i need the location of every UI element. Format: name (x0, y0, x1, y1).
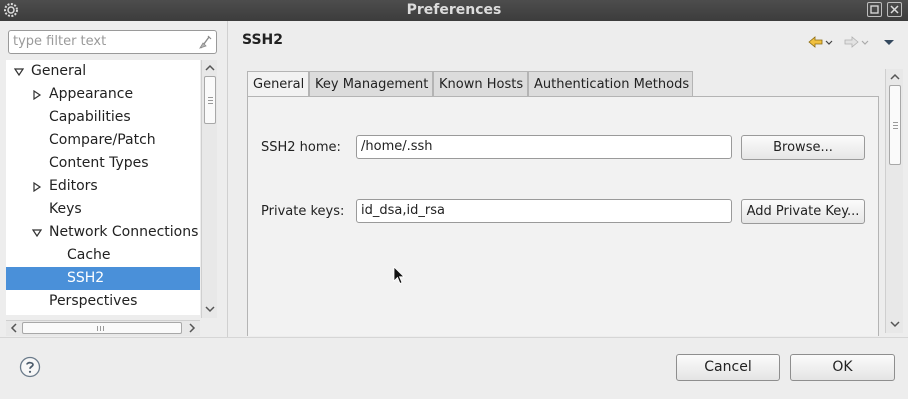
tree-item-label: Keys (49, 201, 82, 217)
ok-button[interactable]: OK (790, 354, 895, 381)
collapsed-triangle-icon[interactable] (32, 182, 42, 192)
preference-page: SSH2 General Key Management Known Hosts … (229, 21, 908, 337)
title-bar: Preferences (0, 0, 908, 21)
filter-placeholder: type filter text (13, 34, 107, 49)
tree-item-content-types[interactable]: Content Types (6, 152, 200, 175)
tree-item-cache[interactable]: Cache (6, 244, 200, 267)
collapsed-triangle-icon[interactable] (32, 90, 42, 100)
scroll-left-icon[interactable] (7, 321, 21, 335)
forward-arrow-icon (844, 36, 869, 48)
private-keys-label: Private keys: (261, 204, 345, 219)
tree-item-label: SSH2 (67, 270, 105, 286)
dialog-button-bar: Cancel OK (0, 337, 908, 399)
add-private-key-button[interactable]: Add Private Key... (741, 199, 865, 224)
private-keys-field[interactable]: id_dsa,id_rsa (356, 199, 732, 223)
tree-scroll-thumb[interactable] (204, 76, 216, 124)
tree-vertical-scrollbar[interactable] (201, 60, 217, 318)
close-icon (890, 5, 899, 14)
tree-item-label: Network Connections (49, 224, 199, 240)
close-button[interactable] (887, 2, 902, 17)
view-menu-button[interactable] (881, 34, 897, 50)
tab-known-hosts-label: Known Hosts (439, 77, 524, 92)
page-scroll-up-icon[interactable] (886, 70, 904, 84)
scroll-up-icon[interactable] (202, 61, 218, 75)
tab-authentication-methods-label: Authentication Methods (534, 77, 690, 92)
tab-key-management[interactable]: Key Management (309, 71, 433, 97)
page-vertical-scrollbar[interactable] (885, 69, 903, 333)
tab-authentication-methods[interactable]: Authentication Methods (528, 71, 693, 97)
tab-general[interactable]: General (247, 71, 309, 98)
tree-item-compare-patch[interactable]: Compare/Patch (6, 129, 200, 152)
clear-filter-icon[interactable] (197, 34, 213, 50)
window-title: Preferences (406, 2, 502, 18)
ssh2-home-field[interactable]: /home/.ssh (356, 135, 732, 159)
tree-item-label: Compare/Patch (49, 132, 156, 148)
browse-button[interactable]: Browse... (741, 135, 865, 160)
tab-general-label: General (253, 77, 305, 92)
tree-item-label: Editors (49, 178, 98, 194)
tab-key-management-label: Key Management (315, 77, 429, 92)
tree-item-label: Cache (67, 247, 111, 263)
cancel-button[interactable]: Cancel (676, 354, 780, 381)
expanded-triangle-icon[interactable] (32, 228, 42, 238)
back-button[interactable] (807, 34, 835, 50)
tree-item-ssh2[interactable]: SSH2 (6, 267, 200, 290)
filter-input[interactable]: type filter text (8, 30, 217, 54)
help-icon[interactable] (19, 356, 41, 378)
maximize-button[interactable] (867, 2, 882, 17)
maximize-icon (870, 5, 879, 14)
general-tab-panel: SSH2 home: /home/.ssh Browse... Private … (247, 96, 879, 336)
page-scroll-thumb[interactable] (889, 85, 901, 165)
expanded-triangle-icon[interactable] (14, 67, 24, 77)
ssh2-home-label: SSH2 home: (261, 140, 341, 155)
page-scroll-down-icon[interactable] (886, 317, 904, 331)
mouse-pointer-icon (393, 266, 405, 285)
tree-item-capabilities[interactable]: Capabilities (6, 106, 200, 129)
back-arrow-icon (808, 36, 833, 48)
tree-item-editors[interactable]: Editors (6, 175, 200, 198)
tree-horizontal-scrollbar[interactable] (6, 320, 200, 336)
page-title: SSH2 (242, 32, 283, 48)
tree-item-label: Capabilities (49, 109, 131, 125)
tree-item-label: Content Types (49, 155, 149, 171)
tree-item-keys[interactable]: Keys (6, 198, 200, 221)
scroll-down-icon[interactable] (202, 302, 218, 316)
tab-known-hosts[interactable]: Known Hosts (433, 71, 528, 97)
scroll-right-icon[interactable] (185, 321, 199, 335)
tree-item-label: Appearance (49, 86, 134, 102)
tree-hscroll-thumb[interactable] (22, 322, 182, 334)
menu-dropdown-icon (884, 40, 894, 45)
tree-item-appearance[interactable]: Appearance (6, 83, 200, 106)
preference-navigation-pane: type filter text General Appearance Capabi… (0, 21, 228, 337)
tree-item-label: Perspectives (49, 293, 138, 309)
forward-button[interactable] (843, 34, 871, 50)
tree-item-perspectives[interactable]: Perspectives (6, 290, 200, 313)
tree-item-network-connections[interactable]: Network Connections (6, 221, 200, 244)
tree-item-label: General (31, 63, 87, 79)
tree-item-general[interactable]: General (6, 60, 200, 83)
preference-tree: General Appearance Capabilities Compare/Pat… (6, 60, 200, 315)
